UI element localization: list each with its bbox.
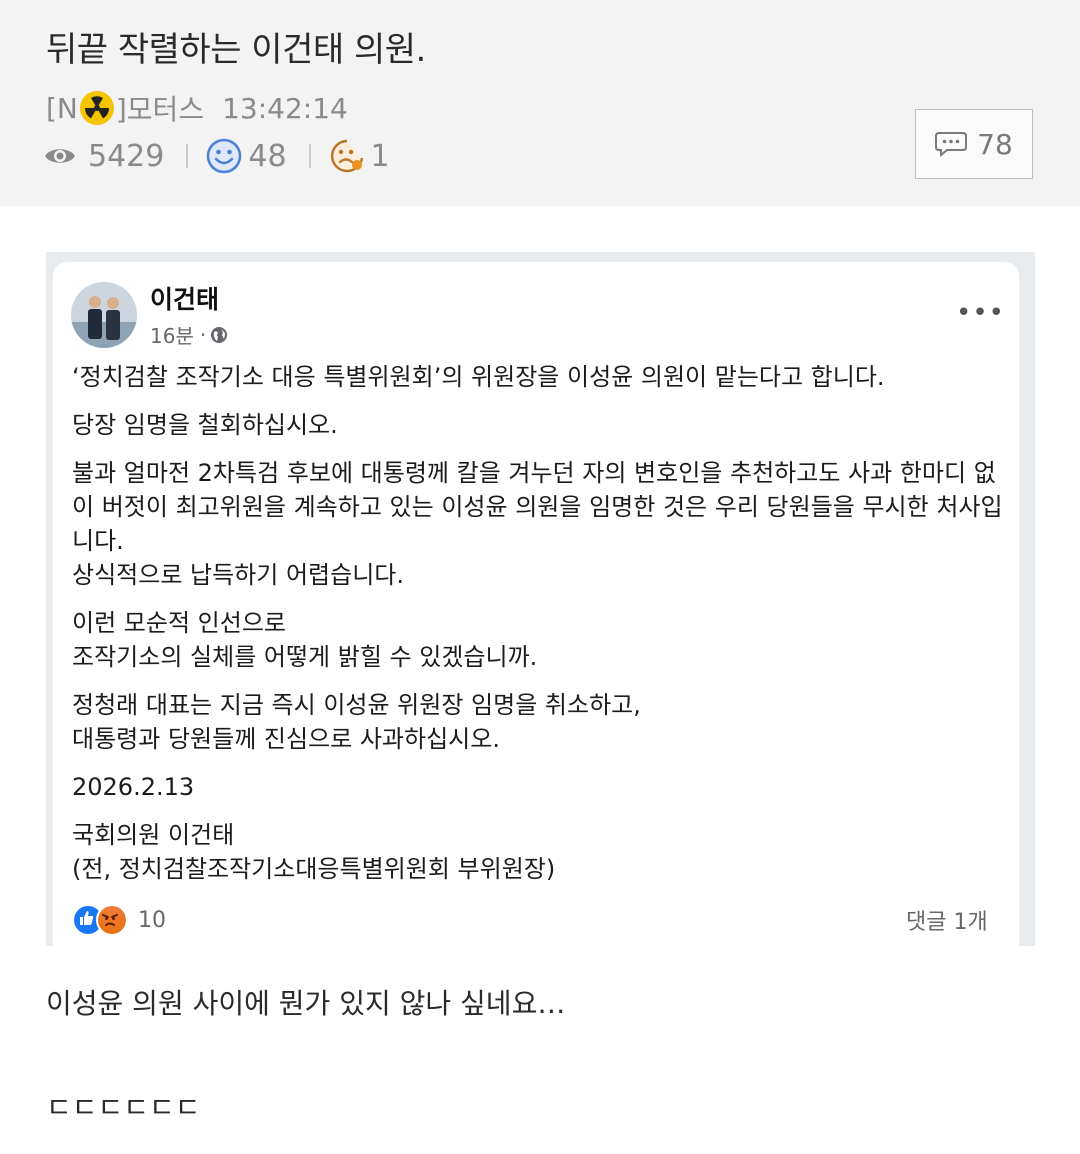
speech-bubble-icon [935, 132, 968, 157]
post-paragraph: ‘정치검찰 조작기소 대응 특별위원회’의 위원장을 이성윤 의원이 맡는다고 … [72, 363, 885, 391]
view-count: 5429 [88, 138, 165, 174]
post-stats: 5429 48 1 [44, 138, 390, 174]
reaction-count: 10 [138, 907, 166, 933]
post-body-text: ㄷㄷㄷㄷㄷㄷ [46, 1091, 201, 1124]
post-time: 13:42:14 [222, 91, 348, 125]
author-suffix: ]모터스 [115, 93, 205, 126]
like-count: 48 [248, 138, 287, 174]
comments-button[interactable]: 78 [915, 109, 1033, 179]
facebook-post-body: ‘정치검찰 조작기소 대응 특별위원회’의 위원장을 이성윤 의원이 맡는다고 … [72, 360, 1012, 900]
divider [308, 144, 311, 168]
facebook-post-time: 16분 · [150, 320, 228, 349]
post-paragraph: 불과 얼마전 2차특검 후보에 대통령께 칼을 겨누던 자의 변호인을 추천하고… [72, 459, 1003, 589]
view-stat: 5429 [44, 139, 164, 174]
time-separator: · [199, 322, 207, 347]
facebook-author-name[interactable]: 이건태 [150, 280, 219, 316]
author-prefix: [N [46, 91, 78, 125]
dislike-count: 1 [370, 138, 390, 174]
reactions-summary[interactable]: 10 [72, 904, 166, 936]
more-horizontal-icon[interactable]: ••• [956, 298, 1005, 328]
frown-icon [330, 139, 363, 173]
post-paragraph: 이런 모순적 인선으로 조작기소의 실체를 어떻게 밝힐 수 있겠습니까. [72, 609, 538, 671]
post-meta: [N ]모터스 13:42:14 [46, 88, 348, 128]
like-stat[interactable]: 48 [206, 138, 287, 174]
avatar[interactable] [71, 282, 137, 348]
eye-icon [45, 149, 75, 163]
post-date: 2026.2.13 [72, 773, 195, 801]
post-header: 뒤끝 작렬하는 이건태 의원. [N ]모터스 13:42:14 5429 48… [0, 0, 1080, 206]
post-title: 뒤끝 작렬하는 이건태 의원. [46, 30, 426, 70]
smile-icon [207, 138, 242, 174]
divider [186, 144, 189, 168]
post-signature: 국회의원 이건태 (전, 정치검찰조작기소대응특별위원회 부위원장) [72, 821, 556, 883]
globe-icon [211, 326, 228, 343]
comment-count: 78 [977, 127, 1013, 161]
dislike-stat[interactable]: 1 [329, 138, 390, 174]
radiation-icon [79, 91, 114, 125]
facebook-comments-link[interactable]: 댓글 1개 [906, 904, 988, 936]
angry-reaction-icon [96, 904, 128, 936]
post-body-text: 이성윤 의원 사이에 뭔가 있지 않나 싶네요… [46, 987, 566, 1020]
post-paragraph: 당장 임명을 철회하십시오. [72, 411, 338, 439]
relative-time: 16분 [150, 324, 194, 348]
post-paragraph: 정청래 대표는 지금 즉시 이성윤 위원장 임명을 취소하고, 대통령과 당원들… [72, 691, 641, 753]
author-nickname[interactable]: [N ]모터스 [46, 88, 204, 128]
